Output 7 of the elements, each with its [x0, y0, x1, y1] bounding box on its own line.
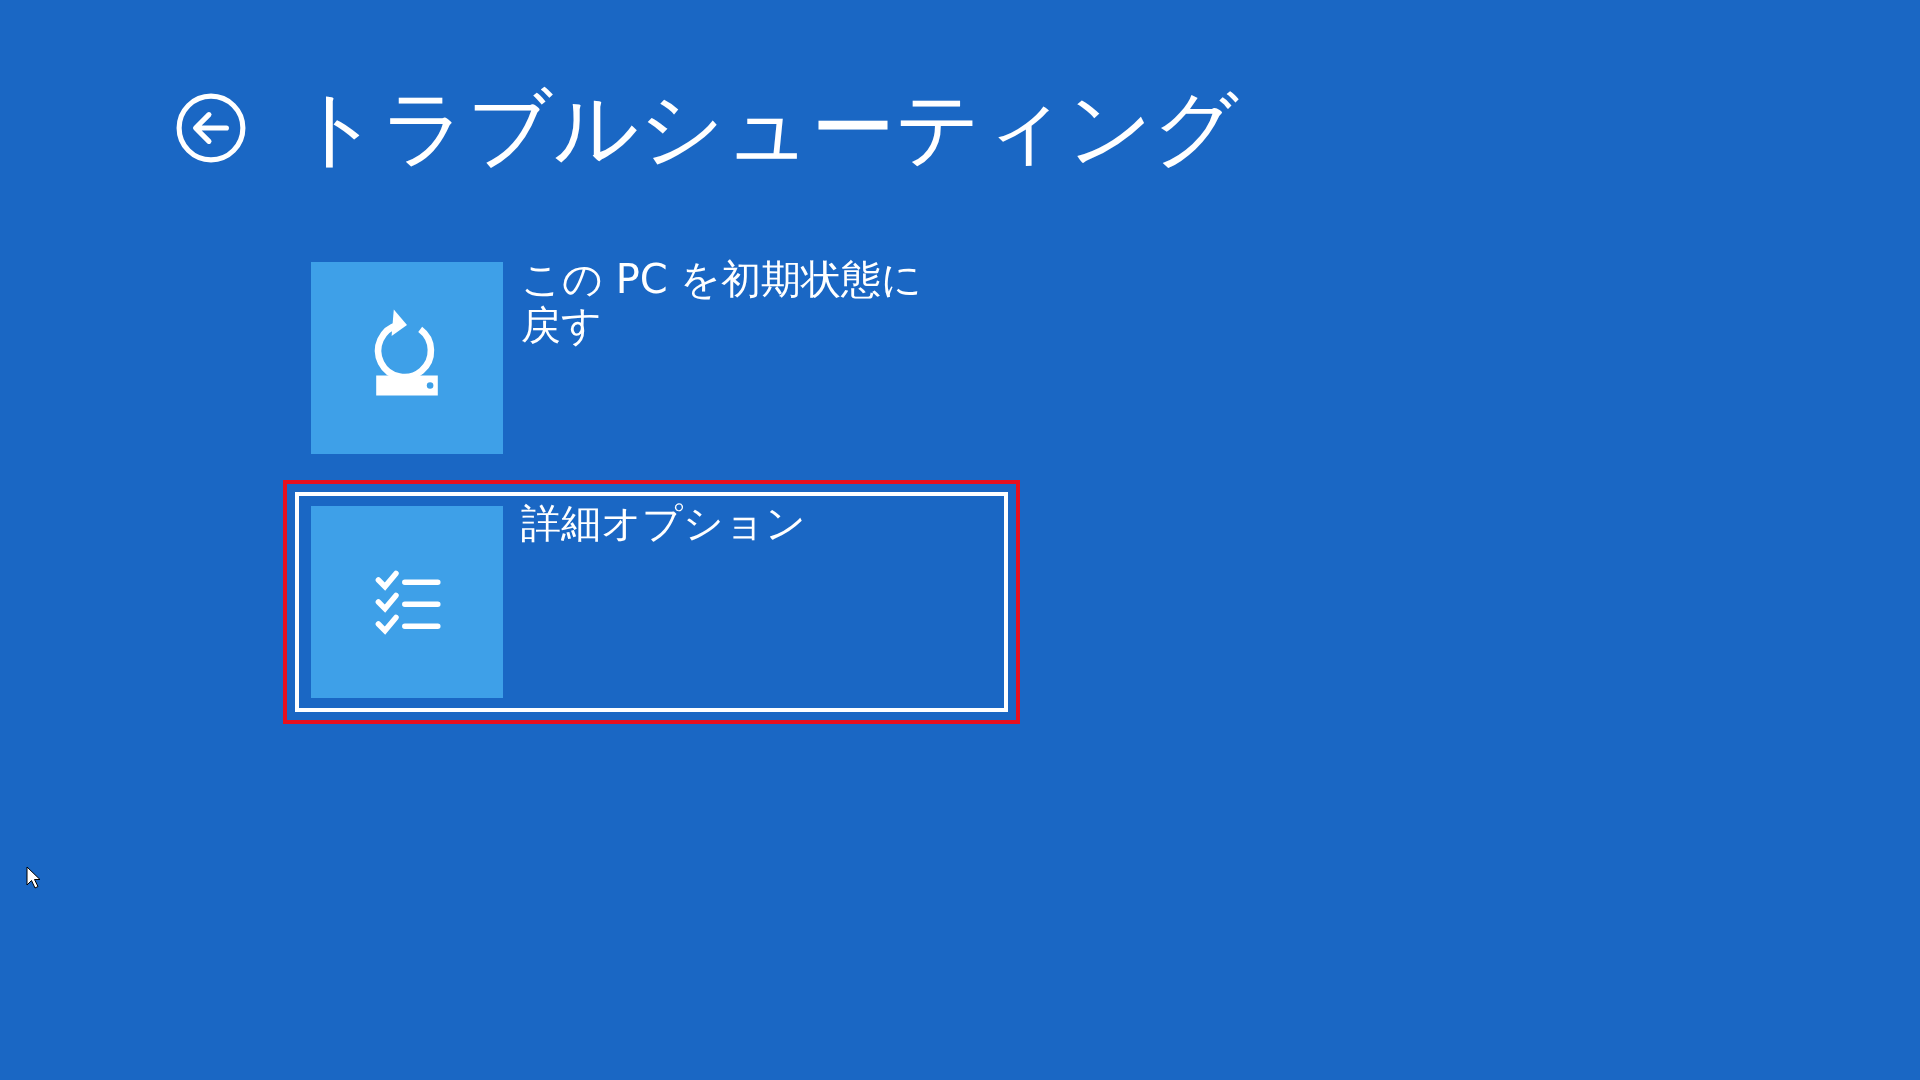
option-label: 詳細オプション [521, 500, 807, 547]
option-label: この PC を初期状態に戻す [521, 256, 924, 349]
mouse-cursor-icon [26, 866, 42, 890]
option-button[interactable]: この PC を初期状態に戻す [283, 236, 1020, 481]
page-title: トラブルシューティング [295, 82, 1239, 175]
back-icon[interactable] [175, 92, 247, 165]
option-button[interactable]: 詳細オプション [283, 480, 1020, 725]
